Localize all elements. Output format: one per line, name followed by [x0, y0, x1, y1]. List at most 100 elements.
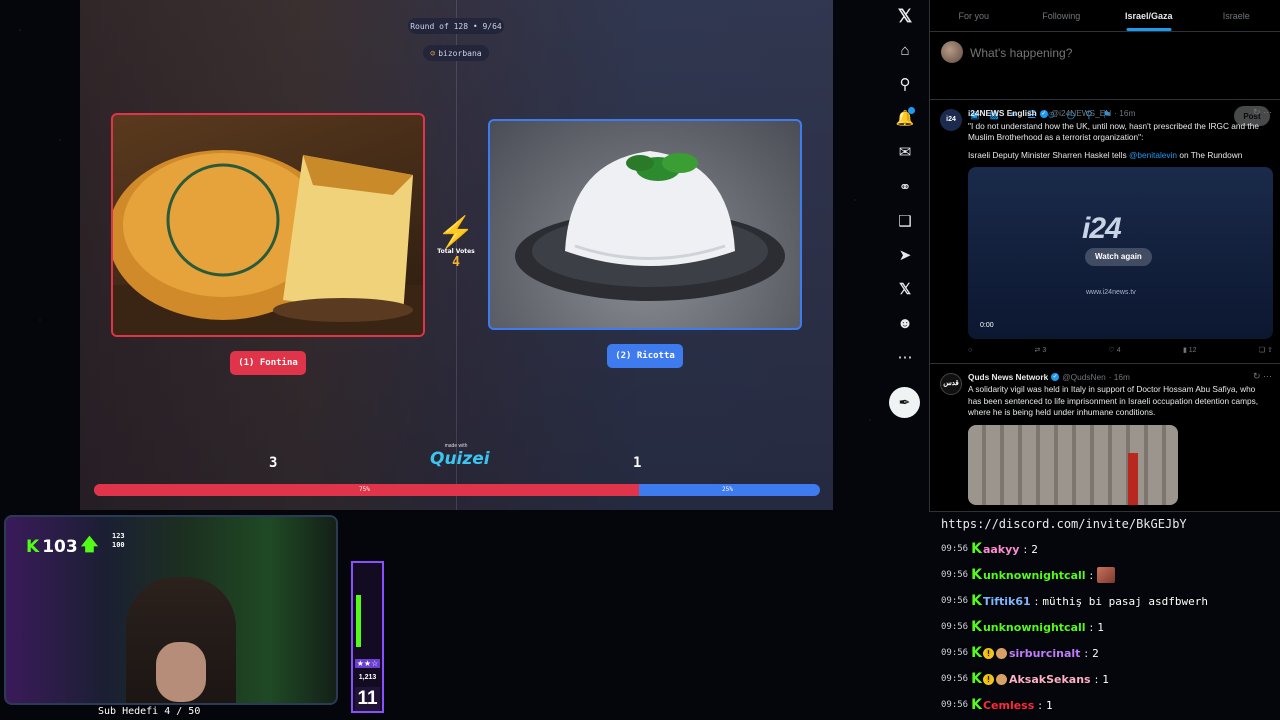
chat-message: 09:56 K! AksakSekans:1	[941, 671, 1109, 687]
tweet[interactable]: i24 i24NEWS English ✓ @i24NEWS_EN · 16m …	[930, 100, 1280, 364]
quizei-logo: Quizei	[430, 449, 490, 469]
chat-separator: :	[1089, 568, 1094, 582]
fontina-image[interactable]	[111, 113, 425, 337]
notification-dot	[908, 107, 915, 114]
chat-text: 1	[1097, 620, 1104, 634]
chat-timestamp: 09:56	[941, 544, 969, 554]
mention-link[interactable]: @benitalevin	[1129, 150, 1177, 160]
chat-timestamp: 09:56	[941, 622, 969, 632]
chat-username[interactable]: Cemless	[983, 699, 1034, 712]
gifter-badge-icon: !	[982, 647, 994, 659]
more-icon[interactable]: ↻ ⋯	[1253, 371, 1272, 383]
views-button[interactable]: ▮ 12	[1183, 345, 1197, 357]
mini-stat-bottom: 100	[112, 541, 125, 549]
chat-separator: :	[1084, 646, 1089, 660]
discord-link[interactable]: https://discord.com/invite/BkGEJbY	[941, 517, 1187, 531]
tweet-actions: ○ ⇄ 3 ♡ 4 ▮ 12 ❑ ⇧	[968, 345, 1273, 357]
tweet-text-2: Israeli Deputy Minister Sharren Haskel t…	[968, 150, 1270, 162]
level-meter: ★★☆ 1,213 11	[351, 561, 384, 713]
tweet-image[interactable]	[968, 424, 1178, 505]
tab-following[interactable]: Following	[1018, 0, 1106, 31]
more-icon[interactable]: ↻ ⋯	[1253, 107, 1272, 119]
verified-icon: ✓	[1051, 373, 1060, 382]
home-icon[interactable]: ⌂	[893, 38, 917, 62]
chat-username[interactable]: aakyy	[983, 543, 1020, 556]
x-premium-icon[interactable]: 𝕏	[893, 277, 917, 301]
chat-username[interactable]: sirburcinalt	[1009, 647, 1080, 660]
chat-message: 09:56 Kunknownightcall:	[941, 567, 1116, 583]
bookmark-icon[interactable]: ❑	[893, 209, 917, 233]
x-logo-icon[interactable]: 𝕏	[893, 4, 917, 28]
flag-detail	[1128, 452, 1138, 505]
video-time: 0:00	[980, 322, 994, 329]
tweet-avatar[interactable]: i24	[940, 109, 962, 131]
tweet-text: "I do not understand how the UK, until n…	[968, 120, 1259, 143]
x-feed: For you Following Israel/Gaza Israele ▣ …	[929, 0, 1280, 512]
profile-icon[interactable]: ☻	[893, 311, 917, 335]
feed-tabs: For you Following Israel/Gaza Israele	[930, 0, 1280, 32]
left-percent: 75%	[359, 486, 370, 493]
total-votes-value: 4	[452, 255, 460, 270]
bell-icon[interactable]: 🔔	[893, 106, 917, 130]
chat-username[interactable]: unknownightcall	[983, 569, 1086, 582]
kick-badge-icon: K	[971, 645, 982, 661]
avatar[interactable]	[941, 41, 963, 63]
video-player[interactable]: i24 Watch again www.i24news.tv 0:00	[968, 167, 1273, 339]
left-score: 3	[269, 455, 278, 471]
tab-israel-gaza[interactable]: Israel/Gaza	[1105, 0, 1193, 31]
reply-icon[interactable]: ○	[968, 345, 972, 357]
tweet-time: · 16m	[1108, 371, 1130, 382]
retweet-count: 3	[1042, 347, 1047, 354]
chat-message: 09:56 K! sirburcinalt:2	[941, 645, 1099, 661]
made-with-badge[interactable]: made with Quizei	[430, 443, 490, 469]
watch-again-button[interactable]: Watch again	[1085, 248, 1152, 266]
chat-message: 09:56 Kunknownightcall:1	[941, 619, 1104, 635]
search-icon[interactable]: ⚲	[893, 72, 917, 96]
tweet-author[interactable]: i24NEWS English	[968, 108, 1037, 120]
tab-israele[interactable]: Israele	[1193, 0, 1280, 31]
kick-badge-icon: K	[971, 593, 982, 609]
choice-fontina-button[interactable]: (1) Fontina	[230, 351, 306, 375]
kick-badge-icon: K	[971, 541, 982, 557]
tweet-author[interactable]: Quds News Network	[968, 372, 1048, 384]
chat-username[interactable]: Tiftik61	[983, 595, 1031, 608]
creator-badge[interactable]: ☺ bizorbana	[423, 45, 489, 61]
fontina-cheese-illustration	[113, 150, 423, 335]
tweet-time: · 16m	[1114, 108, 1136, 118]
retweet-button[interactable]: ⇄ 3	[1035, 345, 1047, 357]
star-rating: ★★☆	[355, 659, 380, 668]
like-button[interactable]: ♡ 4	[1109, 345, 1121, 357]
right-percent: 25%	[722, 486, 733, 493]
chat-separator: :	[1034, 594, 1039, 608]
chat-emote	[1097, 567, 1116, 583]
choice-ricotta-button[interactable]: (2) Ricotta	[607, 344, 683, 368]
ricotta-image[interactable]	[488, 119, 802, 330]
tweet-handle[interactable]: @i24NEWS_EN	[1051, 108, 1112, 120]
compose-box: ▣ ▩ ⚭ ☰ ☺ ◷ ⚲ ⚑ Post	[930, 32, 1280, 126]
chat-username[interactable]: AksakSekans	[1009, 673, 1091, 686]
rocket-icon[interactable]: ➤	[893, 243, 917, 267]
streamer-face	[156, 642, 206, 702]
versus-indicator: ⚡ Total Votes 4	[430, 218, 482, 271]
tweet-handle[interactable]: @QudsNen	[1062, 372, 1105, 384]
more-icon[interactable]: ⋯	[893, 345, 917, 369]
vote-share-bar: 75% 25%	[94, 484, 820, 496]
chat-message: 09:56 K Cemless:1	[941, 697, 1053, 713]
grok-icon[interactable]: ⚭	[893, 175, 917, 199]
emoji-badge-icon	[995, 673, 1007, 685]
emoji-badge-icon	[995, 647, 1007, 659]
tweet[interactable]: قدس Quds News Network ✓ @QudsNen · 16m ↻…	[930, 364, 1280, 512]
post-icon[interactable]: ✒	[889, 387, 920, 418]
quiz-panel: Round of 128 • 9/64 ☺ bizorbana (1) Font…	[80, 0, 833, 510]
round-indicator: Round of 128 • 9/64	[408, 18, 504, 34]
arrow-up-icon: 🡅	[80, 535, 99, 555]
bookmark-icon[interactable]: ❑ ⇧	[1259, 345, 1273, 357]
people-icon: ☺	[430, 48, 436, 58]
chat-username[interactable]: unknownightcall	[983, 621, 1086, 634]
compose-input[interactable]	[970, 46, 1220, 60]
video-site-text: www.i24news.tv	[1086, 289, 1136, 296]
chat-timestamp: 09:56	[941, 648, 969, 658]
tab-for-you[interactable]: For you	[930, 0, 1018, 31]
message-icon[interactable]: ✉	[893, 140, 917, 164]
tweet-avatar[interactable]: قدس	[940, 372, 962, 395]
